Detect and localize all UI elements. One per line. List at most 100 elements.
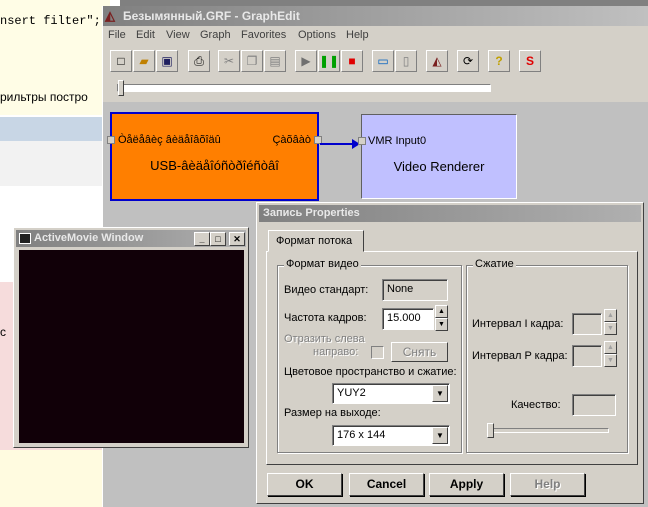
tab-label: Формат потока <box>276 235 353 247</box>
group-label: Сжатие <box>473 258 516 270</box>
menu-graph[interactable]: Graph <box>200 29 231 41</box>
quality-input[interactable] <box>572 394 616 416</box>
framerate-value: 15.000 <box>387 312 421 324</box>
cut-icon[interactable]: ✂ <box>218 50 240 72</box>
framerate-label: Частота кадров: <box>284 312 367 324</box>
cancel-button[interactable]: Cancel <box>349 473 424 496</box>
menu-options[interactable]: Options <box>298 29 336 41</box>
stop-icon[interactable]: ■ <box>341 50 363 72</box>
spin-down-icon[interactable]: ▼ <box>435 318 448 331</box>
p-frame-spinner[interactable]: ▲ ▼ <box>604 341 617 367</box>
filter-output-pin[interactable]: Çàõâàò <box>272 134 311 146</box>
filter-name: USB-âèäåîóñòðîéñòâî <box>150 158 279 173</box>
filter-input-pin[interactable]: Òåëåâèç âèäåîâõîäû <box>118 134 221 146</box>
video-standard-field: None <box>382 279 448 301</box>
activemovie-title: ActiveMovie Window <box>34 232 144 244</box>
i-frame-label: Интервал I кадра: <box>472 318 564 330</box>
mirror-label: Отразить слева <box>284 333 365 345</box>
seek-thumb[interactable] <box>118 80 124 96</box>
video-format-group: Формат видео Видео стандарт: None Частот… <box>277 258 462 453</box>
help-button[interactable]: Help <box>510 473 585 496</box>
i-frame-spinner[interactable]: ▲ ▼ <box>604 309 617 335</box>
mirror-label-2: направо: <box>313 346 359 358</box>
page-section <box>0 141 110 186</box>
activemovie-window: ActiveMovie Window _ □ ✕ <box>13 227 249 448</box>
tab-stream-format[interactable]: Формат потока <box>268 230 364 252</box>
toolbar: □ ▰ ▣ ⎙ ✂ ❐ ▤ ▶ ❚❚ ■ ▭ ▯ ◭ ⟳ ? S <box>103 47 648 75</box>
page-bottom-block <box>0 450 110 507</box>
spin-down-icon[interactable]: ▼ <box>604 322 617 335</box>
chevron-down-icon[interactable]: ▼ <box>432 427 448 444</box>
quality-slider[interactable] <box>487 428 609 433</box>
output-size-value: 176 x 144 <box>337 429 386 441</box>
mirror-checkbox[interactable] <box>371 346 384 359</box>
menu-favorites[interactable]: Favorites <box>241 29 286 41</box>
page-pink-text: с <box>0 325 6 339</box>
colorspace-select[interactable]: YUY2 ▼ <box>332 383 450 404</box>
minimize-icon[interactable]: _ <box>194 232 210 246</box>
filter-video-renderer[interactable]: VMR Input0 Video Renderer <box>358 114 517 199</box>
ok-button[interactable]: OK <box>267 473 342 496</box>
menu-help[interactable]: Help <box>346 29 369 41</box>
seek-bar[interactable] <box>117 84 491 92</box>
snap-button[interactable]: Снять <box>391 342 448 362</box>
filter-name: Video Renderer <box>393 159 485 174</box>
help-icon[interactable]: ? <box>488 50 510 72</box>
colorspace-value: YUY2 <box>337 387 366 399</box>
menu-file[interactable]: File <box>108 29 126 41</box>
spin-up-icon[interactable]: ▲ <box>604 309 617 322</box>
apply-button[interactable]: Apply <box>429 473 504 496</box>
framerate-input[interactable]: 15.000 <box>382 308 434 330</box>
window-icon <box>19 233 31 244</box>
graphedit-title: Безымянный.GRF - GraphEdit <box>123 9 300 23</box>
properties-dialog: Запись Properties Формат потока Формат в… <box>256 202 644 504</box>
framerate-spinner[interactable]: ▲ ▼ <box>435 305 448 331</box>
p-frame-input[interactable] <box>572 345 602 367</box>
tab-panel: Формат видео Видео стандарт: None Частот… <box>266 251 638 465</box>
compression-group: Сжатие Интервал I кадра: ▲ ▼ Интервал P … <box>466 258 628 453</box>
copy-icon[interactable]: ❐ <box>241 50 263 72</box>
menu-view[interactable]: View <box>166 29 190 41</box>
input-pin-marker <box>107 136 115 144</box>
menu-edit[interactable]: Edit <box>136 29 155 41</box>
maximize-icon[interactable]: □ <box>210 232 226 246</box>
graphedit-app-icon: ◭ <box>105 8 115 23</box>
frame-step-icon[interactable]: ▯ <box>395 50 417 72</box>
page-band <box>0 117 110 141</box>
paste-icon[interactable]: ▤ <box>264 50 286 72</box>
graphedit-filter-icon[interactable]: ◭ <box>426 50 448 72</box>
graphedit-titlebar[interactable]: ◭ Безымянный.GRF - GraphEdit <box>103 6 648 26</box>
spin-down-icon[interactable]: ▼ <box>604 354 617 367</box>
activemovie-titlebar[interactable]: ActiveMovie Window _ □ ✕ <box>16 230 246 247</box>
output-size-label: Размер на выходе: <box>284 407 381 419</box>
quality-label: Качество: <box>511 399 561 411</box>
spin-up-icon[interactable]: ▲ <box>604 341 617 354</box>
filter-input-pin[interactable]: VMR Input0 <box>368 135 426 147</box>
refresh-icon[interactable]: ⟳ <box>457 50 479 72</box>
p-frame-label: Интервал P кадра: <box>472 350 568 362</box>
standard-label: Видео стандарт: <box>284 284 369 296</box>
save-icon[interactable]: ▣ <box>156 50 178 72</box>
s-icon[interactable]: S <box>519 50 541 72</box>
output-size-select[interactable]: 176 x 144 ▼ <box>332 425 450 446</box>
seek-icon[interactable]: ▭ <box>372 50 394 72</box>
print-icon[interactable]: ⎙ <box>188 50 210 72</box>
i-frame-input[interactable] <box>572 313 602 335</box>
page-text-line: рильтры постро <box>0 90 88 104</box>
filter-usb-video-device[interactable]: Òåëåâèç âèäåîâõîäû Çàõâàò USB-âèäåîóñòðî… <box>107 112 322 201</box>
pause-icon[interactable]: ❚❚ <box>318 50 340 72</box>
new-icon[interactable]: □ <box>110 50 132 72</box>
input-pin-marker <box>358 137 366 145</box>
chevron-down-icon[interactable]: ▼ <box>432 385 448 402</box>
spin-up-icon[interactable]: ▲ <box>435 305 448 318</box>
group-label: Формат видео <box>284 258 361 270</box>
code-line: nsert filter"; <box>0 14 101 28</box>
open-icon[interactable]: ▰ <box>133 50 155 72</box>
video-display <box>19 250 244 443</box>
quality-slider-thumb[interactable] <box>487 423 494 438</box>
properties-title: Запись Properties <box>263 207 360 219</box>
play-icon[interactable]: ▶ <box>295 50 317 72</box>
properties-titlebar[interactable]: Запись Properties <box>259 205 641 222</box>
standard-value: None <box>387 283 414 295</box>
close-icon[interactable]: ✕ <box>229 232 245 246</box>
